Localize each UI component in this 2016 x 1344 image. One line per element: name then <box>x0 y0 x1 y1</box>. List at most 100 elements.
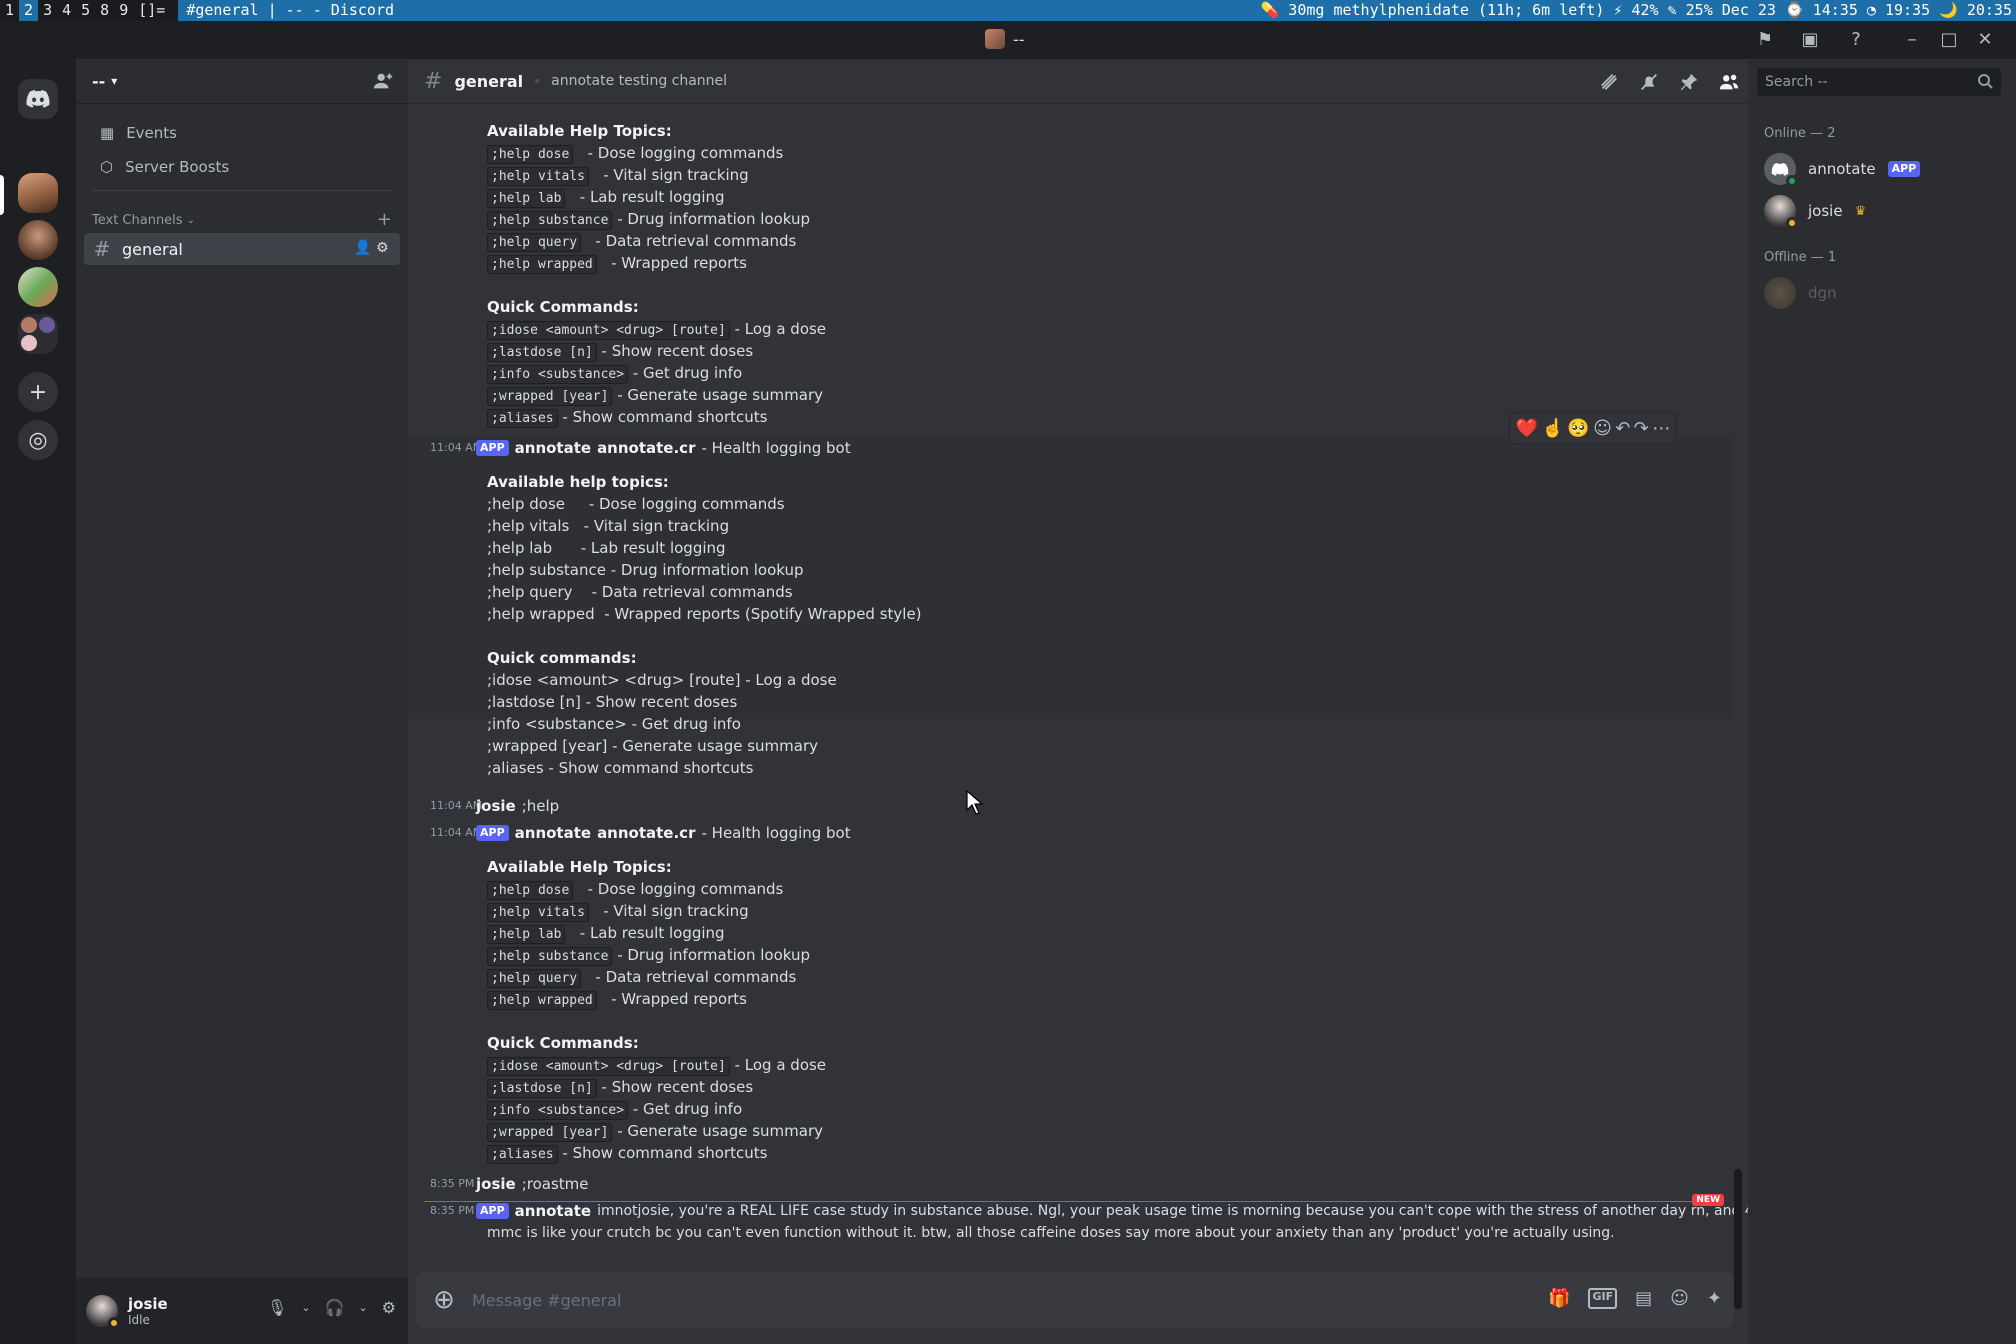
create-invite-icon[interactable]: 👤 <box>354 240 372 258</box>
discord-logo-icon <box>26 90 50 108</box>
workspace-5[interactable]: 5 <box>76 0 95 21</box>
search-icon <box>1978 74 1993 89</box>
minimize-icon[interactable]: – <box>1901 29 1923 51</box>
pin-icon[interactable] <box>1678 71 1700 93</box>
server-boosts-nav-item[interactable]: ⬡ Server Boosts <box>84 150 400 184</box>
gif-icon[interactable]: GIF <box>1588 1288 1618 1309</box>
chat-area: # general annotate testing channel Searc… <box>408 59 2001 1344</box>
channel-topic[interactable]: annotate testing channel <box>551 73 727 89</box>
server-name: -- <box>92 71 106 91</box>
message-line: ;idose <amount> <drug> [route] - Log a d… <box>487 318 826 342</box>
microphone-icon[interactable]: 🎙 <box>267 1298 287 1317</box>
message-line: ;help substance - Drug information looku… <box>487 561 804 579</box>
message-header: 11:04 AM APP annotate annotate.cr - Heal… <box>430 437 851 459</box>
flag-icon[interactable]: ⚑ <box>1754 29 1776 51</box>
avatar[interactable] <box>86 1295 120 1329</box>
message-line: ;idose <amount> <drug> [route] - Log a d… <box>487 671 837 689</box>
bot-avatar <box>1764 153 1798 187</box>
message-line: ;wrapped [year] - Generate usage summary <box>487 384 823 408</box>
more-options-icon[interactable]: ⋯ <box>1652 418 1670 439</box>
help-icon[interactable]: ? <box>1845 29 1867 51</box>
maximize-icon[interactable]: □ <box>1938 29 1960 51</box>
message-list: Available Help Topics: ;help dose - Dose… <box>408 104 1748 1304</box>
message-line: ;aliases - Show command shortcuts <box>487 759 754 777</box>
search-placeholder: Search -- <box>1765 74 1828 90</box>
text-channels-category[interactable]: Text Channels ⌄ + <box>76 207 408 233</box>
avatar <box>1764 195 1798 229</box>
workspace-1[interactable]: 1 <box>0 0 19 21</box>
headphones-icon[interactable]: 🎧 <box>325 1298 345 1317</box>
create-channel-icon[interactable]: + <box>377 209 392 230</box>
notifications-muted-icon[interactable] <box>1638 71 1660 93</box>
emoji-icon[interactable]: ☺ <box>1670 1288 1689 1309</box>
search-input[interactable]: Search -- <box>1757 68 2001 96</box>
focused-window-title: #general | -- - Discord <box>178 0 1253 21</box>
server-header[interactable]: -- ▾ <box>76 59 408 104</box>
events-nav-item[interactable]: ▦ Events <box>84 116 400 150</box>
invite-people-icon[interactable] <box>372 70 394 92</box>
status-text: 💊 30mg methylphenidate (11h; 6m left) ⚡ … <box>1252 0 2016 21</box>
idle-status-icon <box>1786 217 1798 229</box>
user-status: Idle <box>128 1313 150 1327</box>
message-line: Quick commands: <box>487 649 637 667</box>
workspace-3[interactable]: 3 <box>38 0 57 21</box>
server-icon[interactable] <box>18 220 58 260</box>
crown-icon: ♛ <box>1854 203 1867 219</box>
message-line: ;help lab - Lab result logging <box>487 186 725 210</box>
add-server-icon[interactable]: + <box>18 372 58 412</box>
category-label: Text Channels <box>92 212 183 228</box>
message-line: ;lastdose [n] - Show recent doses <box>487 340 753 364</box>
reply-icon[interactable]: ↶ <box>1615 418 1630 439</box>
inbox-icon[interactable]: ▣ <box>1799 29 1821 51</box>
message-line: ;help wrapped - Wrapped reports <box>487 252 747 276</box>
bot-subtitle: - Health logging bot <box>701 439 851 457</box>
server-icon-selected[interactable] <box>18 173 58 213</box>
message-actions-bar: ❤️ ☝️ 🥺 ☺ ↶ ↷ ⋯ <box>1509 412 1677 444</box>
gift-icon[interactable]: 🎁 <box>1548 1288 1570 1309</box>
online-category: Online — 2 <box>1764 126 1836 141</box>
forward-icon[interactable]: ↷ <box>1634 418 1649 439</box>
chevron-down-icon[interactable]: ⌄ <box>358 1301 367 1314</box>
message-line: ;help lab - Lab result logging <box>487 539 726 557</box>
sticker-icon[interactable]: ▤ <box>1635 1288 1652 1309</box>
message-line: ;help dose - Dose logging commands <box>487 142 783 166</box>
member-item[interactable]: annotate APP <box>1748 148 2016 190</box>
member-list-icon[interactable] <box>1718 71 1740 93</box>
server-boosts-label: Server Boosts <box>125 158 230 176</box>
settings-gear-icon[interactable]: ⚙ <box>382 1298 396 1317</box>
message-line: ;lastdose [n] - Show recent doses <box>487 693 738 711</box>
point-up-reaction[interactable]: ☝️ <box>1542 418 1564 439</box>
layout-indicator[interactable]: []= <box>133 0 170 21</box>
discover-icon[interactable]: ◎ <box>18 420 58 460</box>
message-input[interactable]: Message #general <box>472 1291 621 1310</box>
message-line: ;info <substance> - Get drug info <box>487 715 741 733</box>
apps-icon[interactable]: ✦ <box>1707 1288 1722 1309</box>
server-icon[interactable] <box>18 267 58 307</box>
upload-plus-icon[interactable]: ⊕ <box>416 1285 472 1315</box>
message-line: ;help query - Data retrieval commands <box>487 230 796 254</box>
member-name: dgn <box>1808 284 1837 302</box>
member-item[interactable]: dgn <box>1748 272 2016 314</box>
close-icon[interactable]: ✕ <box>1974 29 1996 51</box>
threads-icon[interactable] <box>1598 71 1620 93</box>
workspace-9[interactable]: 9 <box>114 0 133 21</box>
workspace-4[interactable]: 4 <box>57 0 76 21</box>
workspace-2[interactable]: 2 <box>19 0 39 21</box>
workspace-8[interactable]: 8 <box>95 0 114 21</box>
server-folder[interactable] <box>18 314 58 354</box>
discord-home-button[interactable] <box>18 79 58 119</box>
pleading-reaction[interactable]: 🥺 <box>1567 418 1589 439</box>
message-line: Quick Commands: <box>487 298 639 316</box>
message-composer[interactable]: ⊕ Message #general 🎁 GIF ▤ ☺ ✦ <box>416 1272 1734 1328</box>
online-status-icon <box>1786 175 1798 187</box>
member-item[interactable]: josie ♛ <box>1748 190 2016 232</box>
author-name[interactable]: annotate <box>515 437 591 459</box>
heart-reaction[interactable]: ❤️ <box>1516 418 1538 439</box>
channel-item-general[interactable]: # general 👤 ⚙ <box>84 233 400 265</box>
add-reaction-icon[interactable]: ☺ <box>1593 418 1612 439</box>
chevron-down-icon[interactable]: ⌄ <box>301 1301 310 1314</box>
mouse-cursor-icon <box>966 790 984 815</box>
chevron-down-icon: ▾ <box>111 74 118 88</box>
gear-icon[interactable]: ⚙ <box>376 240 394 258</box>
system-status-bar: 1 2 3 4 5 8 9 []= #general | -- - Discor… <box>0 0 2016 21</box>
